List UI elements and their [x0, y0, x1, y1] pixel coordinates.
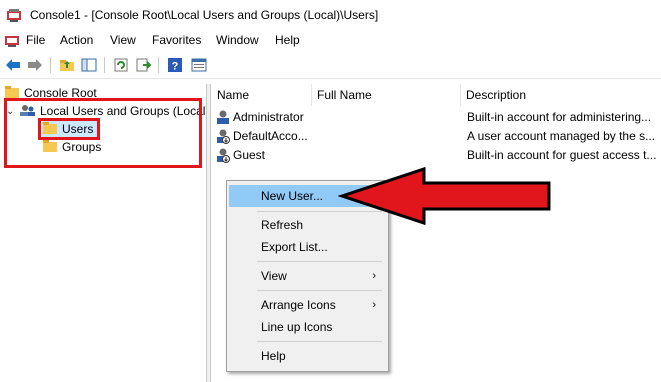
back-icon[interactable] — [4, 56, 22, 74]
window-title: Console1 - [Console Root\Local Users and… — [30, 8, 379, 22]
pane-splitter[interactable] — [207, 84, 211, 382]
column-header-full-name[interactable]: Full Name — [312, 84, 461, 106]
menu-bar: File Action View Favorites Window Help — [0, 29, 661, 52]
column-header-description[interactable]: Description — [461, 84, 661, 106]
annotation-box-users — [38, 118, 100, 140]
toolbar-separator — [158, 57, 159, 73]
menu-item-label: View — [261, 269, 287, 283]
menu-item-view[interactable]: View › — [229, 265, 386, 287]
user-description: A user account managed by the s... — [467, 129, 656, 143]
menu-separator — [257, 341, 382, 342]
user-icon — [215, 109, 231, 128]
user-name: Administrator — [233, 110, 304, 124]
menu-help[interactable]: Help — [275, 33, 300, 47]
svg-text:?: ? — [172, 61, 179, 73]
user-description: Built-in account for administering... — [467, 110, 652, 124]
show-hide-tree-icon[interactable] — [80, 56, 98, 74]
title-bar: Console1 - [Console Root\Local Users and… — [0, 0, 661, 29]
toolbar: ? — [0, 52, 661, 79]
export-icon[interactable] — [134, 56, 152, 74]
menu-file[interactable]: File — [26, 33, 45, 47]
annotation-box-tree — [4, 98, 202, 168]
user-description: Built-in account for guest access t... — [467, 148, 657, 162]
toolbar-separator — [104, 57, 105, 73]
menu-separator — [257, 261, 382, 262]
toolbar-separator — [50, 57, 51, 73]
refresh-icon[interactable] — [112, 56, 130, 74]
menu-favorites[interactable]: Favorites — [152, 33, 201, 47]
menu-item-arrange-icons[interactable]: Arrange Icons › — [229, 294, 386, 316]
chevron-right-icon: › — [372, 270, 376, 282]
menu-item-label: Arrange Icons — [261, 298, 336, 312]
table-row[interactable]: Administrator Built-in account for admin… — [212, 108, 661, 127]
menu-action[interactable]: Action — [60, 33, 93, 47]
up-folder-icon[interactable] — [58, 56, 76, 74]
menu-item-line-up-icons[interactable]: Line up Icons — [229, 316, 386, 338]
table-row[interactable]: Guest Built-in account for guest access … — [212, 146, 661, 165]
mmc-console-icon — [6, 7, 22, 26]
table-row[interactable]: DefaultAcco... A user account managed by… — [212, 127, 661, 146]
menu-window[interactable]: Window — [216, 33, 259, 47]
system-menu-icon[interactable] — [4, 32, 20, 51]
menu-view[interactable]: View — [110, 33, 136, 47]
help-icon[interactable]: ? — [166, 56, 184, 74]
user-name: Guest — [233, 148, 266, 162]
menu-item-export-list[interactable]: Export List... — [229, 236, 386, 258]
chevron-right-icon: › — [372, 299, 376, 311]
user-name: DefaultAcco... — [233, 129, 308, 143]
forward-icon[interactable] — [26, 56, 44, 74]
menu-item-help[interactable]: Help — [229, 345, 386, 367]
column-header-name[interactable]: Name — [212, 84, 312, 106]
menu-separator — [257, 290, 382, 291]
user-disabled-icon — [215, 147, 231, 166]
red-arrow-annotation — [338, 166, 551, 226]
properties-icon[interactable] — [190, 56, 208, 74]
user-disabled-icon — [215, 128, 231, 147]
